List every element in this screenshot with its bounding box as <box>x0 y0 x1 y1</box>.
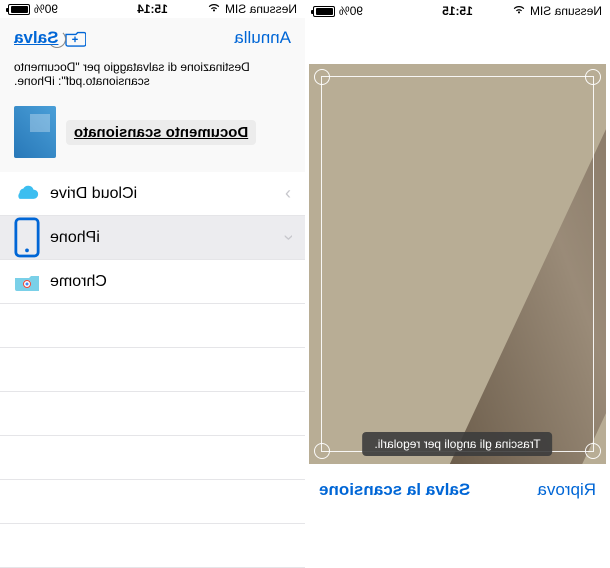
clock: 15:15 <box>442 4 473 18</box>
save-header: Annulla Salva <box>0 18 305 56</box>
chrome-folder-icon <box>14 272 40 292</box>
document-thumbnail <box>14 106 56 158</box>
save-description: Destinazione di salvataggio per "Documen… <box>14 60 291 88</box>
chevron-down-icon: › <box>278 235 299 241</box>
new-folder-icon[interactable] <box>64 29 86 47</box>
retry-button[interactable]: Riprova <box>537 480 596 500</box>
status-bar: Nessuna SIM 15:15 90% <box>305 0 610 22</box>
location-list: › iCloud Drive › iPhone Chrome <box>0 172 305 568</box>
location-iphone[interactable]: › iPhone <box>0 216 305 260</box>
carrier-label: Nessuna SIM <box>225 2 297 16</box>
loading-spinner-icon <box>48 30 66 48</box>
iphone-icon <box>14 228 40 248</box>
crop-handle-tl[interactable] <box>585 69 601 85</box>
document-row: Documento scansionato <box>0 98 305 172</box>
empty-row <box>0 436 305 480</box>
carrier-label: Nessuna SIM <box>530 4 602 18</box>
battery-icon <box>313 6 335 17</box>
clock: 15:14 <box>137 2 168 16</box>
wifi-icon <box>512 4 526 18</box>
document-name-field[interactable]: Documento scansionato <box>66 120 256 145</box>
scanner-body: Trascina gli angoli per regolarli. Ripro… <box>305 22 610 542</box>
location-icloud-drive[interactable]: › iCloud Drive <box>0 172 305 216</box>
empty-row <box>0 304 305 348</box>
empty-row <box>0 348 305 392</box>
scanner-screen: Nessuna SIM 15:15 90% Trascina gli angol… <box>305 0 610 542</box>
crop-handle-tr[interactable] <box>314 69 330 85</box>
location-chrome[interactable]: Chrome <box>0 260 305 304</box>
scan-preview[interactable]: Trascina gli angoli per regolarli. <box>309 64 606 464</box>
crop-hint: Trascina gli angoli per regolarli. <box>362 432 552 456</box>
save-screen: Nessuna SIM 15:14 90% Annulla Salva Dest… <box>0 0 305 542</box>
cancel-button[interactable]: Annulla <box>234 28 291 48</box>
icloud-icon <box>14 184 40 204</box>
empty-row <box>0 392 305 436</box>
empty-row <box>0 480 305 524</box>
battery-percent: 90% <box>339 4 363 18</box>
battery-icon <box>8 4 30 15</box>
wifi-icon <box>207 2 221 16</box>
status-bar: Nessuna SIM 15:14 90% <box>0 0 305 18</box>
save-scan-button[interactable]: Salva la scansione <box>319 480 470 500</box>
chevron-right-icon: › <box>285 183 291 204</box>
battery-percent: 90% <box>34 2 58 16</box>
crop-handle-br[interactable] <box>314 443 330 459</box>
empty-row <box>0 524 305 568</box>
crop-handle-bl[interactable] <box>585 443 601 459</box>
crop-frame[interactable] <box>321 76 594 452</box>
